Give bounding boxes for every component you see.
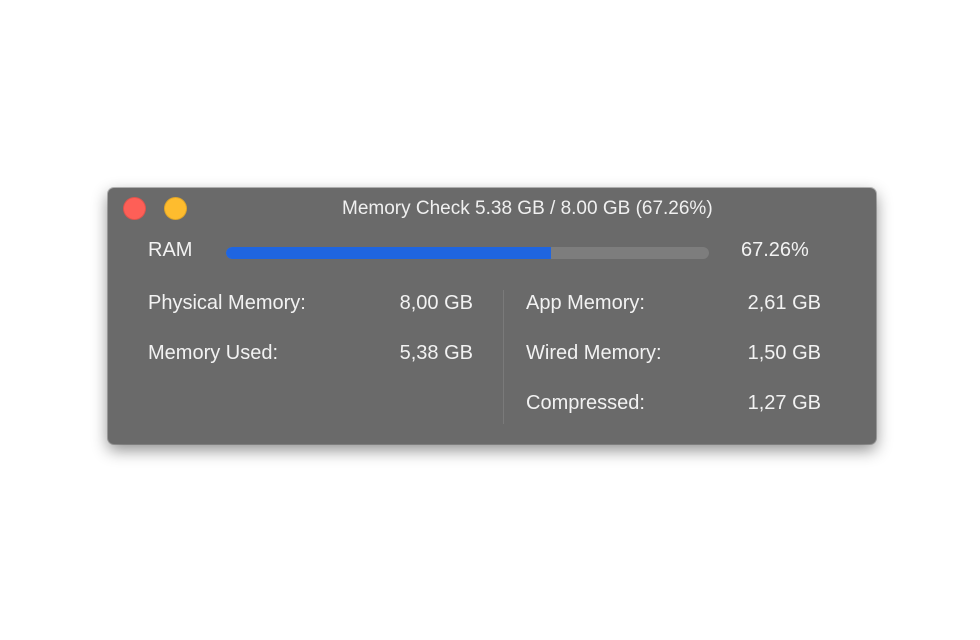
memory-used-value: 5,38 GB [399, 342, 473, 364]
title-bar[interactable]: Memory Check 5.38 GB / 8.00 GB (67.26%) [108, 188, 876, 230]
app-memory-label: App Memory: [526, 292, 645, 314]
compressed-memory-value: 1,27 GB [747, 392, 821, 414]
wired-memory-value: 1,50 GB [747, 342, 821, 364]
app-memory-value: 2,61 GB [747, 292, 821, 314]
memory-check-window: Memory Check 5.38 GB / 8.00 GB (67.26%) … [108, 188, 876, 444]
physical-memory-label: Physical Memory: [148, 292, 306, 314]
ram-label: RAM [148, 239, 193, 261]
physical-memory-value: 8,00 GB [399, 292, 473, 314]
ram-percent: 67.26% [741, 239, 809, 261]
wired-memory-label: Wired Memory: [526, 342, 662, 364]
close-window-button[interactable] [123, 197, 146, 220]
window-title: Memory Check 5.38 GB / 8.00 GB (67.26%) [342, 198, 713, 219]
compressed-memory-label: Compressed: [526, 392, 645, 414]
ram-usage-bar [226, 247, 709, 259]
memory-used-label: Memory Used: [148, 342, 279, 364]
ram-usage-bar-fill [226, 247, 551, 259]
minimize-window-button[interactable] [164, 197, 187, 220]
column-divider [503, 290, 504, 424]
